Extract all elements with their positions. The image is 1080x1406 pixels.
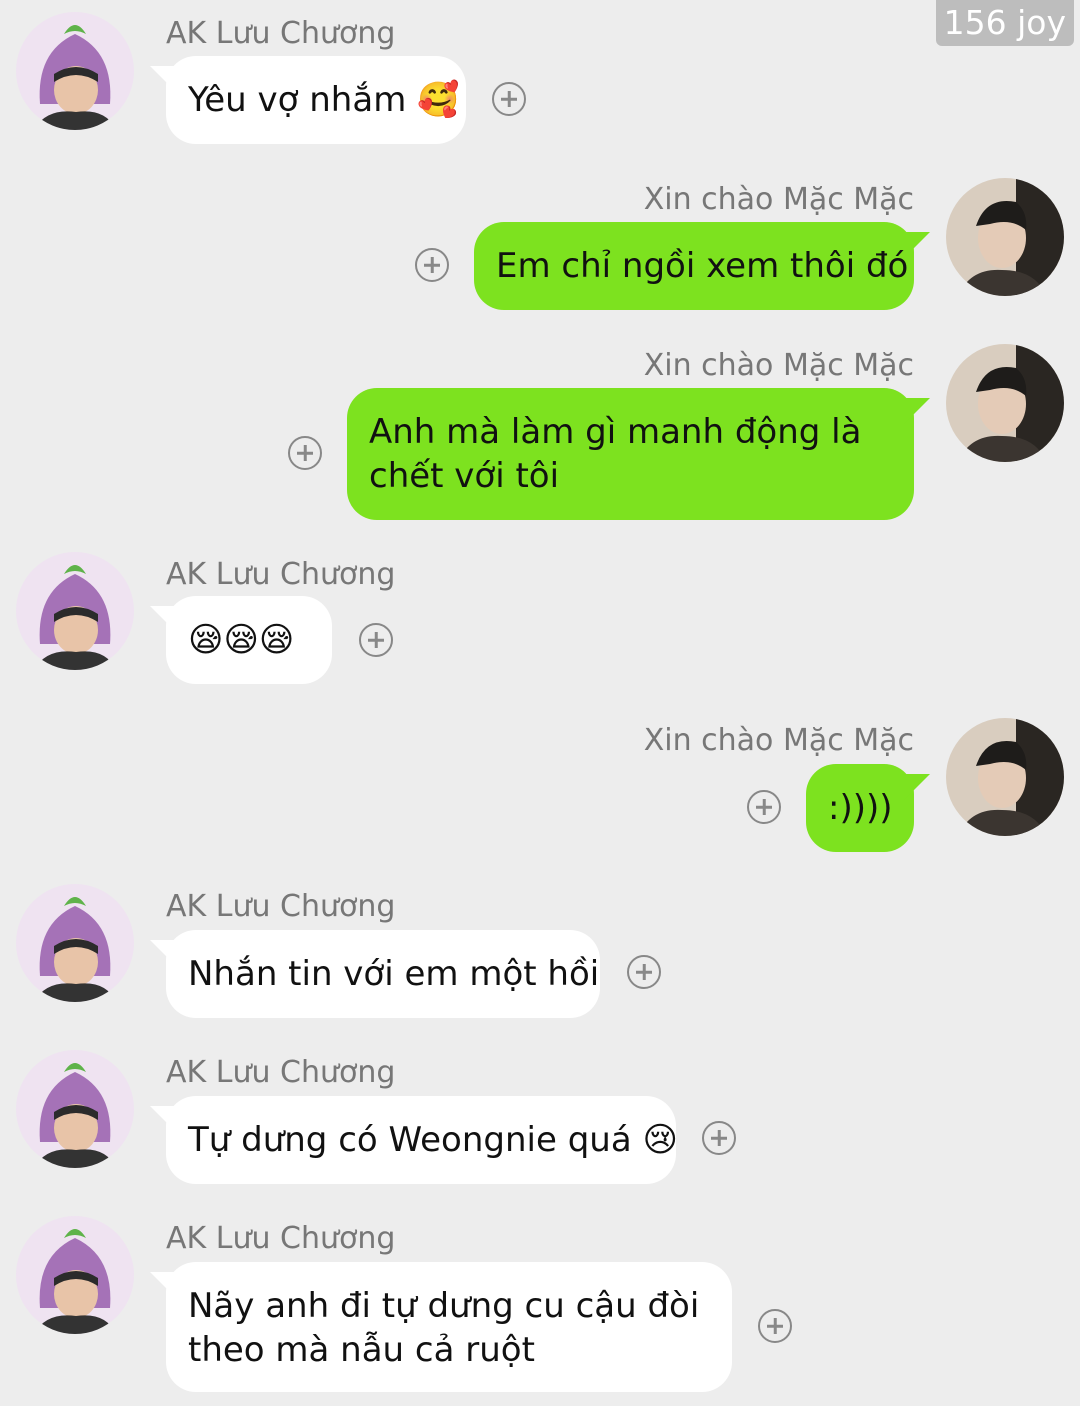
sender-name: AK Lưu Chương <box>166 557 396 592</box>
add-reaction-button[interactable] <box>492 82 526 116</box>
message-text-line: Nãy anh đi tự dưng cu cậu đòi <box>188 1286 700 1326</box>
message-bubble[interactable]: Em chỉ ngồi xem thôi đó <box>474 222 914 310</box>
eggplant-hat-avatar-icon <box>16 884 134 1002</box>
sender-name: Xin chào Mặc Mặc <box>643 723 914 758</box>
message-bubble[interactable]: :)))) <box>806 764 914 852</box>
contact-avatar[interactable] <box>16 884 134 1002</box>
add-reaction-button[interactable] <box>288 436 322 470</box>
add-reaction-button[interactable] <box>415 248 449 282</box>
contact-avatar[interactable] <box>16 552 134 670</box>
message-text: Nhắn tin với em một hồi <box>188 954 600 994</box>
my-avatar[interactable] <box>946 178 1064 296</box>
sender-name: AK Lưu Chương <box>166 16 396 51</box>
contact-avatar[interactable] <box>16 12 134 130</box>
message-bubble[interactable]: Tự dưng có Weongnie quá 😢 <box>166 1096 678 1184</box>
add-reaction-button[interactable] <box>747 790 781 824</box>
message-text-line: Anh mà làm gì manh động là <box>369 412 862 452</box>
eggplant-hat-avatar-icon <box>16 1050 134 1168</box>
message-bubble[interactable]: Anh mà làm gì manh động là chết với tôi <box>347 388 914 520</box>
sender-name: AK Lưu Chương <box>166 1055 396 1090</box>
sender-name: AK Lưu Chương <box>166 1221 396 1256</box>
message-bubble[interactable]: 😪😪😪 <box>166 596 332 684</box>
watermark-badge: 156 joy <box>935 0 1074 46</box>
message-text-line: theo mà nẫu cả ruột <box>188 1330 535 1370</box>
my-avatar[interactable] <box>946 718 1064 836</box>
my-avatar[interactable] <box>946 344 1064 462</box>
eggplant-hat-avatar-icon <box>16 12 134 130</box>
message-text: :)))) <box>828 788 893 828</box>
message-bubble[interactable]: Nhắn tin với em một hồi <box>166 930 600 1018</box>
eggplant-hat-avatar-icon <box>16 552 134 670</box>
message-text: Em chỉ ngồi xem thôi đó <box>496 246 909 286</box>
add-reaction-button[interactable] <box>627 955 661 989</box>
message-text: Tự dưng có Weongnie quá 😢 <box>188 1120 678 1160</box>
person-portrait-avatar-icon <box>946 178 1064 296</box>
add-reaction-button[interactable] <box>758 1309 792 1343</box>
sender-name: Xin chào Mặc Mặc <box>643 348 914 383</box>
sender-name: Xin chào Mặc Mặc <box>643 182 914 217</box>
message-text-line: chết với tôi <box>369 456 560 496</box>
contact-avatar[interactable] <box>16 1216 134 1334</box>
message-text: 😪😪😪 <box>188 620 295 660</box>
person-portrait-avatar-icon <box>946 718 1064 836</box>
sender-name: AK Lưu Chương <box>166 889 396 924</box>
person-portrait-avatar-icon <box>946 344 1064 462</box>
message-bubble[interactable]: Yêu vợ nhắm 🥰 <box>166 56 466 144</box>
message-bubble[interactable]: Nãy anh đi tự dưng cu cậu đòi theo mà nẫ… <box>166 1262 732 1392</box>
add-reaction-button[interactable] <box>359 623 393 657</box>
contact-avatar[interactable] <box>16 1050 134 1168</box>
add-reaction-button[interactable] <box>702 1121 736 1155</box>
message-text: Yêu vợ nhắm 🥰 <box>188 80 460 120</box>
eggplant-hat-avatar-icon <box>16 1216 134 1334</box>
